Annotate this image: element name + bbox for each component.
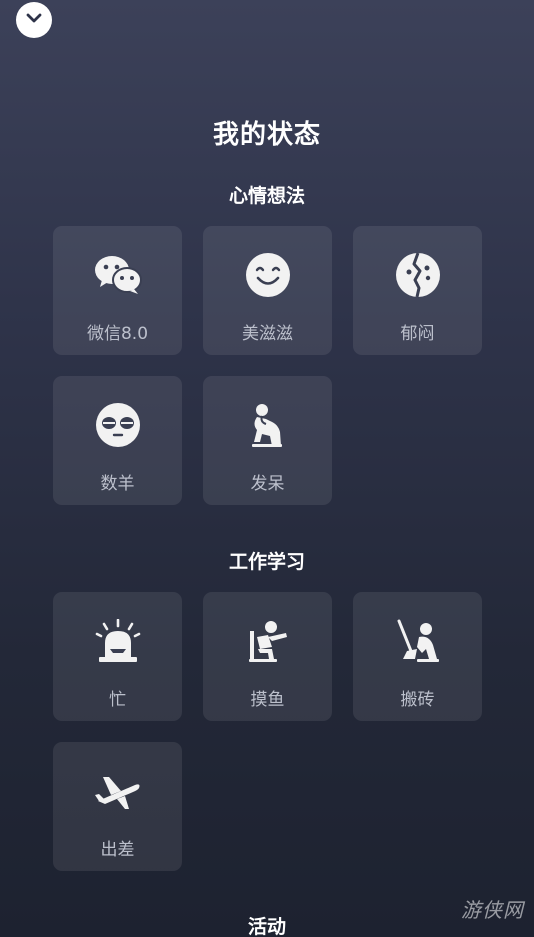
section-title-work: 工作学习 [228, 551, 305, 573]
section-title-activity: 活动 [247, 916, 286, 937]
status-label: 郁闷 [400, 324, 435, 344]
thinker-icon [243, 400, 293, 450]
status-tile-daze[interactable]: 发呆 [203, 376, 332, 505]
collapse-button[interactable] [16, 2, 52, 38]
status-label: 出差 [100, 840, 135, 860]
status-label: 发呆 [250, 474, 285, 494]
status-tile-happy[interactable]: 美滋滋 [203, 226, 332, 355]
wechat-icon [93, 250, 143, 300]
status-label: 微信8.0 [86, 324, 149, 344]
status-label: 摸鱼 [250, 690, 285, 710]
status-label: 搬砖 [400, 690, 435, 710]
status-tile-business-trip[interactable]: 出差 [53, 742, 182, 871]
section-title-mood: 心情想法 [228, 185, 305, 207]
sleepy-face-icon [93, 400, 143, 450]
shovel-worker-icon [393, 616, 443, 666]
page-title: 我的状态 [212, 120, 321, 150]
status-label: 美滋滋 [242, 324, 293, 344]
cracked-face-icon [393, 250, 443, 300]
work-status-grid: 忙 摸鱼 搬砖 出差 [53, 592, 482, 871]
slacking-icon [243, 616, 293, 666]
mood-status-grid: 微信8.0 美滋滋 郁闷 数羊 发呆 [53, 226, 482, 505]
status-tile-busy[interactable]: 忙 [53, 592, 182, 721]
status-label: 数羊 [100, 474, 135, 494]
status-tile-slacking[interactable]: 摸鱼 [203, 592, 332, 721]
chevron-down-icon [24, 8, 44, 32]
status-label: 忙 [109, 690, 126, 710]
status-tile-wechat[interactable]: 微信8.0 [53, 226, 182, 355]
smile-face-icon [243, 250, 293, 300]
status-tile-hard-work[interactable]: 搬砖 [353, 592, 482, 721]
status-tile-depressed[interactable]: 郁闷 [353, 226, 482, 355]
airplane-icon [93, 766, 143, 816]
status-tile-counting-sheep[interactable]: 数羊 [53, 376, 182, 505]
siren-icon [93, 616, 143, 666]
watermark-logo: 游侠网 [461, 898, 524, 922]
